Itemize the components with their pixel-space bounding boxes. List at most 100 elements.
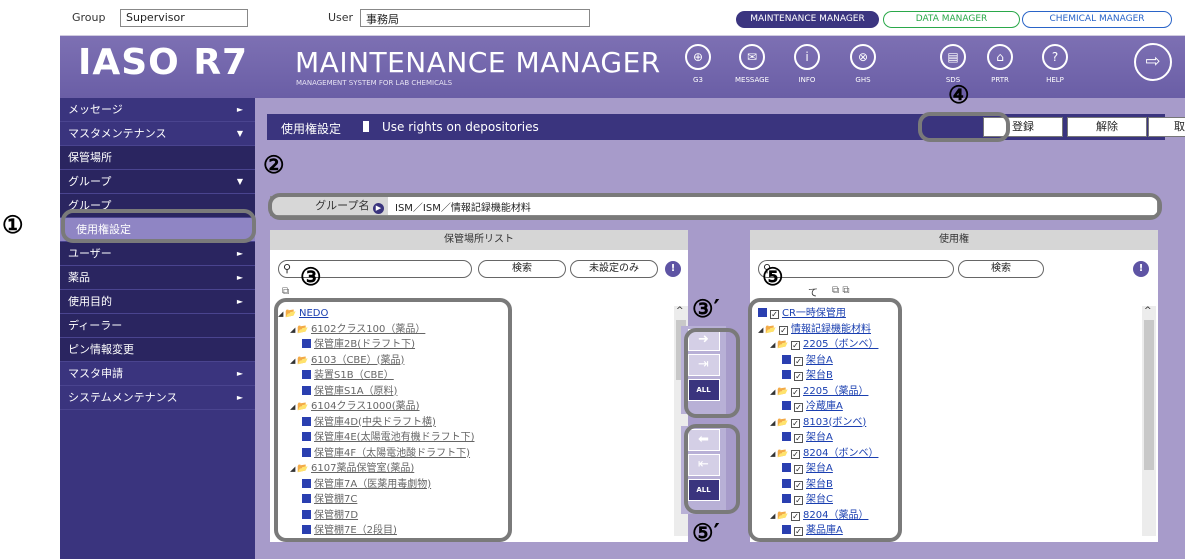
warning-icon[interactable]: ! bbox=[665, 261, 681, 277]
annotation-ring-3 bbox=[274, 298, 512, 542]
iaso-logo: IASO R7 bbox=[78, 42, 249, 83]
title-square-icon bbox=[358, 121, 369, 132]
sidebar-item-label: メッセージ bbox=[68, 103, 123, 116]
annotation-ring-3p bbox=[684, 328, 740, 418]
sidebar-item-label: 薬品 bbox=[68, 271, 90, 284]
cancel-button[interactable]: 取消 bbox=[1148, 117, 1185, 137]
sidebar-item[interactable]: システムメンテナンス ► bbox=[60, 386, 255, 410]
info-icon-glyph: i bbox=[794, 44, 820, 70]
use-rights-search-button[interactable]: 検索 bbox=[958, 260, 1044, 278]
page-title-en: Use rights on depositories bbox=[382, 120, 539, 134]
annotation-4: ④ bbox=[948, 80, 970, 109]
release-button[interactable]: 解除 bbox=[1067, 117, 1147, 137]
sidebar-item-label: システムメンテナンス bbox=[68, 391, 178, 404]
sidebar-item-label: 使用目的 bbox=[68, 295, 112, 308]
depository-search-button[interactable]: 検索 bbox=[478, 260, 566, 278]
right-scroll-thumb[interactable] bbox=[1144, 320, 1154, 470]
sidebar-item-label: ディーラー bbox=[68, 319, 123, 332]
scroll-up-icon[interactable]: ^ bbox=[1144, 306, 1152, 316]
annotation-1: ① bbox=[2, 210, 24, 239]
sds-icon-glyph: ▤ bbox=[940, 44, 966, 70]
sidebar: メッセージ ► マスタメンテナンス ▼ 保管場所 グループ ▼ グループ 使用権設定 ユーザー ► 薬… bbox=[60, 98, 255, 559]
sidebar-item[interactable]: マスタ申請 ► bbox=[60, 362, 255, 386]
expand-all-icon[interactable]: ⧉ ⧉ bbox=[832, 285, 849, 296]
group-field: Supervisor bbox=[120, 9, 248, 27]
prtr-icon-glyph: ⌂ bbox=[987, 44, 1013, 70]
ghs-icon[interactable]: ⊗ GHS bbox=[843, 44, 883, 84]
annotation-3-prime: ③′ bbox=[692, 294, 720, 323]
header-icon-label: INFO bbox=[798, 76, 816, 84]
use-rights-search-input[interactable]: ⚲ bbox=[758, 260, 954, 278]
chevron-right-icon: ► bbox=[236, 105, 243, 114]
app-window: Group Supervisor User 事務局 MAINTENANCE MA… bbox=[60, 0, 1185, 559]
warning-icon[interactable]: ! bbox=[1133, 261, 1149, 277]
sidebar-item[interactable]: グループ ▼ bbox=[60, 170, 255, 194]
top-info-bar: Group Supervisor User 事務局 MAINTENANCE MA… bbox=[60, 0, 1185, 36]
expand-all-icon[interactable]: ⧉ bbox=[282, 286, 289, 297]
header-icon-label: G3 bbox=[693, 76, 703, 84]
sidebar-item-label: 保管場所 bbox=[68, 151, 112, 164]
app-header: IASO R7 MAINTENANCE MANAGER MANAGEMENT S… bbox=[60, 36, 1185, 98]
tab-maintenance-manager[interactable]: MAINTENANCE MANAGER bbox=[736, 11, 879, 28]
message-icon[interactable]: ✉ MESSAGE bbox=[732, 44, 772, 84]
sidebar-item[interactable]: メッセージ ► bbox=[60, 98, 255, 122]
prtr-icon[interactable]: ⌂ PRTR bbox=[980, 44, 1020, 84]
header-icon-label: PRTR bbox=[991, 76, 1009, 84]
sidebar-item-label: マスタメンテナンス bbox=[68, 127, 167, 140]
ghs-icon-glyph: ⊗ bbox=[850, 44, 876, 70]
annotation-ring-1 bbox=[61, 209, 256, 243]
help-icon[interactable]: ? HELP bbox=[1035, 44, 1075, 84]
sidebar-item[interactable]: 保管場所 bbox=[60, 146, 255, 170]
sidebar-item-label: グループ bbox=[68, 175, 112, 188]
logout-icon[interactable]: ⇨ bbox=[1134, 43, 1172, 81]
tab-data-manager[interactable]: DATA MANAGER bbox=[883, 11, 1020, 28]
group-label: Group bbox=[72, 11, 106, 24]
app-title: MAINTENANCE MANAGER bbox=[295, 46, 661, 79]
annotation-5: ⑤ bbox=[762, 262, 784, 291]
chevron-right-icon: ► bbox=[236, 249, 243, 258]
select-all-label[interactable]: て bbox=[808, 284, 818, 299]
search-icon: ⚲ bbox=[283, 262, 292, 275]
info-icon[interactable]: i INFO bbox=[787, 44, 827, 84]
page-title-bar: 使用権設定 Use rights on depositories 登録 解除 取… bbox=[267, 114, 1185, 140]
user-label: User bbox=[328, 11, 354, 24]
user-field: 事務局 bbox=[360, 9, 590, 27]
message-icon-glyph: ✉ bbox=[739, 44, 765, 70]
tab-chemical-manager[interactable]: CHEMICAL MANAGER bbox=[1022, 11, 1172, 28]
chevron-down-icon: ▼ bbox=[236, 177, 243, 186]
page-title: 使用権設定 bbox=[281, 122, 342, 136]
sidebar-item-label: マスタ申請 bbox=[68, 367, 123, 380]
chevron-right-icon: ► bbox=[236, 393, 243, 402]
scroll-up-icon[interactable]: ^ bbox=[676, 306, 684, 316]
right-scrollbar[interactable]: ^ bbox=[1142, 306, 1156, 536]
depository-list-header: 保管場所リスト bbox=[270, 230, 688, 250]
sidebar-item[interactable]: ピン情報変更 bbox=[60, 338, 255, 362]
sidebar-item[interactable]: ディーラー bbox=[60, 314, 255, 338]
sidebar-item[interactable]: 使用目的 ► bbox=[60, 290, 255, 314]
sidebar-item-label: ピン情報変更 bbox=[68, 343, 134, 356]
g3-icon-glyph: ⊕ bbox=[685, 44, 711, 70]
use-rights-header: 使用権 bbox=[750, 230, 1158, 250]
annotation-ring-5p bbox=[684, 424, 740, 514]
sidebar-item[interactable]: ユーザー ► bbox=[60, 242, 255, 266]
annotation-2: ② bbox=[263, 150, 285, 179]
sidebar-item-label: ユーザー bbox=[68, 247, 112, 260]
header-icon-label: HELP bbox=[1046, 76, 1064, 84]
annotation-3: ③ bbox=[300, 262, 322, 291]
help-icon-glyph: ? bbox=[1042, 44, 1068, 70]
chevron-right-icon: ► bbox=[236, 273, 243, 282]
g3-icon[interactable]: ⊕ G3 bbox=[678, 44, 718, 84]
sidebar-item[interactable]: 薬品 ► bbox=[60, 266, 255, 290]
unset-only-button[interactable]: 未設定のみ bbox=[570, 260, 658, 278]
annotation-ring-4 bbox=[918, 112, 1010, 142]
chevron-right-icon: ► bbox=[236, 297, 243, 306]
annotation-5-prime: ⑤′ bbox=[692, 518, 720, 547]
sds-icon[interactable]: ▤ SDS bbox=[933, 44, 973, 84]
app-subtitle: MANAGEMENT SYSTEM FOR LAB CHEMICALS bbox=[296, 79, 453, 87]
sidebar-item[interactable]: マスタメンテナンス ▼ bbox=[60, 122, 255, 146]
chevron-right-icon: ► bbox=[236, 369, 243, 378]
header-icon-label: MESSAGE bbox=[735, 76, 769, 84]
annotation-ring-2 bbox=[268, 193, 1162, 220]
header-icon-label: GHS bbox=[855, 76, 871, 84]
annotation-ring-5 bbox=[748, 298, 902, 542]
